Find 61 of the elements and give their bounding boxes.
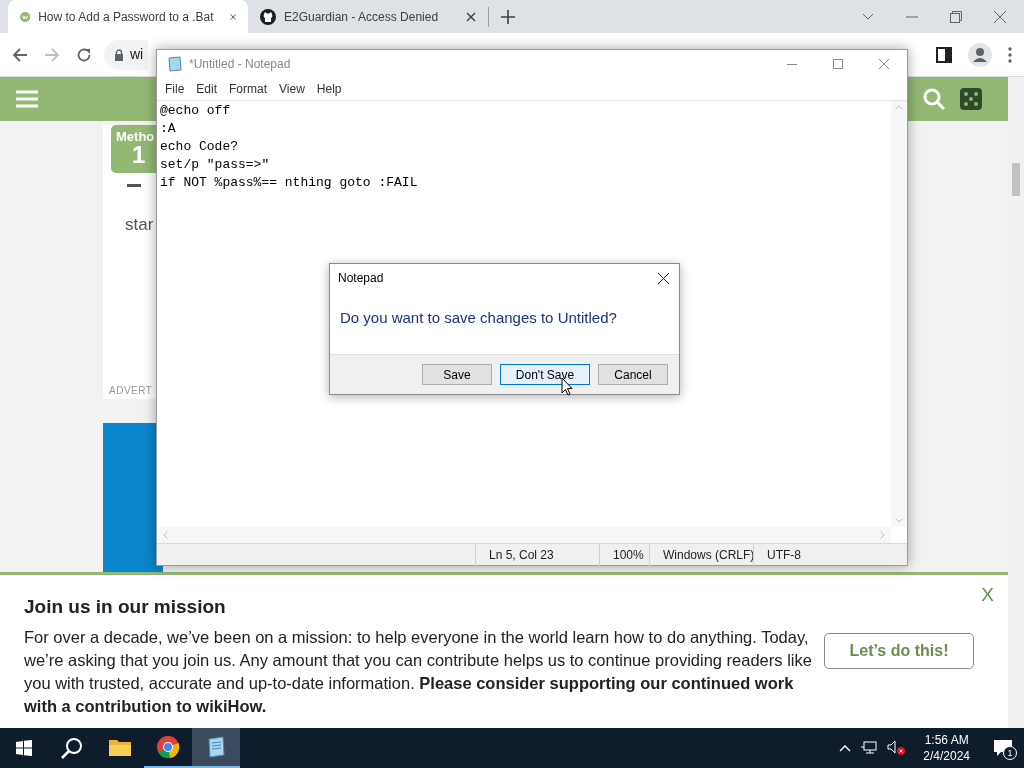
tab-title: E2Guardian - Access Denied [284,8,439,26]
window-title: *Untitled - Notepad [189,56,291,73]
tab-title: How to Add a Password to a .Bat [38,8,214,26]
code-line: set/p "pass=>" [160,156,271,174]
windows-icon [16,740,32,756]
dice-icon[interactable] [960,88,982,110]
menu-item[interactable]: Help [310,80,348,98]
browser-tab[interactable]: How to Add a Password to a .Bat [8,0,248,33]
minimize-icon[interactable] [787,63,797,65]
banner-text: For over a decade, we’ve been on a mission: to help everyone in the world learn how to do anything. Today, we’re asking that you join us. Any amount that you can contribute helps us to continue providing readers like you with trusted, accurate and up-to-date information. Please consider supporting our continued work with a contribution to wikiHow. [24,626,813,717]
taskbar-app[interactable] [192,728,240,768]
chrome-icon [156,735,180,759]
code-line: if NOT %pass%== nthing goto :FAIL [160,174,419,192]
method-label: Metho [116,130,155,143]
clock-date: 2/4/2024 [923,748,970,764]
profile-icon[interactable] [968,42,992,67]
browser-tab[interactable]: E2Guardian - Access Denied [248,0,488,33]
speaker-muted-icon[interactable] [887,740,906,756]
status-text: Windows (CRLF) [649,543,753,566]
search-icon [61,737,83,759]
address-field[interactable]: wi [104,39,148,70]
donate-button[interactable]: Let’s do this! [824,633,974,669]
maximize-icon[interactable] [833,59,843,69]
dialog-title: Notepad [338,270,384,287]
code-line: echo Code? [160,138,239,156]
dialog-button[interactable]: Don't Save [500,364,590,385]
menu-item[interactable]: File [159,80,191,98]
close-icon[interactable] [466,11,476,22]
notification-count: 1 [1003,746,1017,760]
reload-icon[interactable] [76,46,92,63]
close-icon[interactable] [658,272,669,284]
menu-item[interactable]: Edit [190,80,224,98]
restore-icon[interactable] [950,10,962,23]
code-line: @echo off [160,102,232,120]
clock-time: 1:56 AM [924,732,969,748]
chevron-up-icon[interactable] [839,744,852,752]
dialog-button[interactable]: Cancel [598,364,668,385]
new-tab-icon[interactable] [501,9,515,24]
folder-icon [108,737,132,757]
url-text: wi [130,45,144,64]
network-icon[interactable] [861,741,878,755]
banner-title: Join us in our mission [24,595,227,619]
menu-item[interactable]: View [273,80,311,98]
status-text: UTF-8 [753,543,833,566]
menu-item[interactable]: Format [223,80,274,98]
status-text: 100% [599,543,649,566]
lock-icon [114,48,124,61]
dialog-message: Do you want to save changes to Untitled? [340,309,617,326]
notepad-icon [167,56,183,72]
code-line: :A [160,120,177,138]
more-icon[interactable] [1008,46,1012,63]
dialog-button[interactable]: Save [422,364,492,385]
side-panel-icon[interactable] [936,46,952,63]
method-number: 1 [131,143,146,167]
back-icon[interactable] [12,46,28,63]
close-button[interactable]: X [981,581,994,610]
ad-label: ADVERT [109,384,153,398]
article-text: star [125,214,155,236]
chevron-down-icon[interactable] [862,12,874,21]
status-text: Ln 5, Col 23 [475,543,599,566]
clock[interactable]: 1:56 AM 2/4/2024 [915,732,978,764]
